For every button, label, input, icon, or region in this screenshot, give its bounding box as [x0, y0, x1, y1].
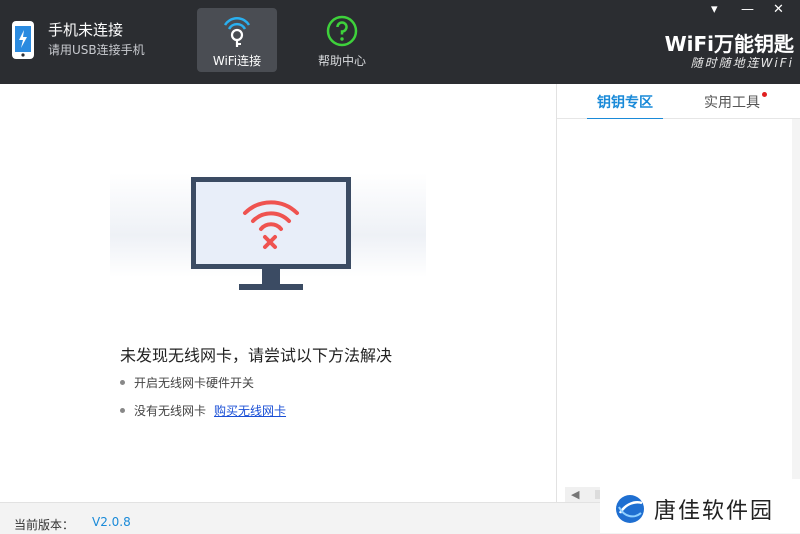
monitor-no-wifi-icon — [191, 177, 351, 290]
phone-status-title: 手机未连接 — [48, 21, 124, 39]
brand-title: WiFi万能钥匙 — [664, 32, 794, 56]
tab-key-zone[interactable]: 钥钥专区 — [587, 92, 663, 120]
vertical-scrollbar[interactable] — [792, 119, 800, 479]
wifi-key-icon — [223, 16, 251, 47]
side-tabs: 钥钥专区 实用工具 — [557, 84, 800, 120]
brand-slogan: 随时随地连WiFi — [690, 56, 794, 70]
tab-utilities[interactable]: 实用工具 — [704, 92, 760, 112]
side-panel: 钥钥专区 实用工具 ◀ — [556, 84, 800, 502]
brand-logo: WiFi万能钥匙 随时随地连WiFi — [665, 32, 794, 70]
watermark-text: 唐佳软件园 — [654, 498, 775, 524]
side-content-area — [557, 119, 792, 487]
buy-wireless-card-link[interactable]: 购买无线网卡 — [214, 402, 286, 419]
version-value: V2.0.8 — [92, 515, 131, 529]
nav-wifi-connect[interactable]: WiFi连接 — [197, 8, 277, 72]
tip-text: 没有无线网卡 — [134, 404, 207, 418]
menu-dropdown-button[interactable]: ▾ — [711, 2, 718, 17]
no-adapter-headline: 未发现无线网卡，请尝试以下方法解决 — [120, 346, 393, 365]
phone-icon — [12, 21, 34, 59]
nav-wifi-connect-label: WiFi连接 — [212, 54, 262, 68]
phone-status[interactable]: 手机未连接 请用USB连接手机 — [10, 20, 145, 60]
notification-dot-icon — [762, 92, 767, 97]
version-label: 当前版本： — [14, 518, 75, 532]
nav-help-center[interactable]: 帮助中心 — [302, 8, 382, 72]
phone-status-subtitle: 请用USB连接手机 — [48, 43, 145, 57]
watermark-logo-icon — [616, 494, 644, 523]
help-icon — [326, 15, 358, 47]
bullet-icon — [120, 408, 125, 413]
title-bar: 手机未连接 请用USB连接手机 WiFi连接 帮助中心 ▾ — ✕ WiFi万能… — [0, 0, 800, 84]
watermark: 唐佳软件园 — [600, 484, 800, 533]
close-button[interactable]: ✕ — [773, 2, 784, 17]
tip-text: 开启无线网卡硬件开关 — [134, 376, 255, 390]
tip-item: 开启无线网卡硬件开关 — [120, 374, 254, 391]
scroll-left-icon[interactable]: ◀ — [571, 488, 579, 501]
minimize-button[interactable]: — — [741, 2, 754, 17]
bullet-icon — [120, 380, 125, 385]
main-panel: 未发现无线网卡，请尝试以下方法解决 开启无线网卡硬件开关 没有无线网卡 购买无线… — [0, 84, 556, 502]
tip-item: 没有无线网卡 购买无线网卡 — [120, 402, 286, 419]
nav-help-center-label: 帮助中心 — [317, 54, 366, 68]
